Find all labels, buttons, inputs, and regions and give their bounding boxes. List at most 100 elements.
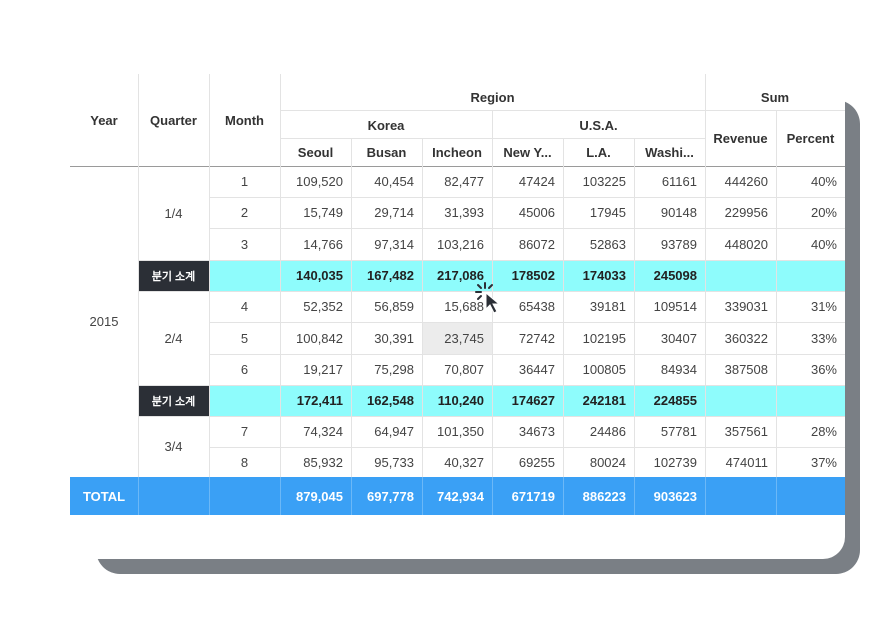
data-cell[interactable]: 80024 — [563, 447, 634, 477]
data-cell[interactable]: 101,350 — [422, 416, 492, 447]
percent-cell[interactable]: 31% — [776, 291, 845, 322]
subtotal-cell[interactable]: 140,035 — [280, 260, 351, 291]
data-cell[interactable]: 14,766 — [280, 228, 351, 260]
data-cell[interactable]: 47424 — [492, 166, 563, 197]
data-cell[interactable]: 39181 — [563, 291, 634, 322]
data-cell[interactable]: 90148 — [634, 197, 705, 228]
percent-cell[interactable]: 40% — [776, 228, 845, 260]
header-city[interactable]: Incheon — [422, 139, 492, 166]
percent-cell[interactable]: 20% — [776, 197, 845, 228]
data-cell[interactable]: 97,314 — [351, 228, 422, 260]
subtotal-cell[interactable]: 174627 — [492, 385, 563, 416]
data-cell[interactable]: 57781 — [634, 416, 705, 447]
data-cell[interactable]: 109,520 — [280, 166, 351, 197]
header-month[interactable]: Month — [209, 74, 280, 166]
subtotal-cell[interactable]: 162,548 — [351, 385, 422, 416]
data-cell[interactable]: 17945 — [563, 197, 634, 228]
data-cell[interactable]: 40,454 — [351, 166, 422, 197]
header-revenue[interactable]: Revenue — [705, 111, 776, 166]
data-cell[interactable]: 34673 — [492, 416, 563, 447]
quarter-cell[interactable]: 1/4 — [138, 166, 209, 260]
month-cell[interactable]: 7 — [209, 416, 280, 447]
revenue-cell[interactable]: 444260 — [705, 166, 776, 197]
revenue-cell[interactable]: 357561 — [705, 416, 776, 447]
percent-cell[interactable]: 40% — [776, 166, 845, 197]
header-city[interactable]: L.A. — [563, 139, 634, 166]
header-city[interactable]: Busan — [351, 139, 422, 166]
data-cell[interactable]: 52,352 — [280, 291, 351, 322]
data-cell[interactable]: 70,807 — [422, 354, 492, 385]
header-year[interactable]: Year — [70, 74, 138, 166]
header-region[interactable]: Region — [280, 84, 705, 111]
data-cell[interactable]: 100,842 — [280, 322, 351, 354]
data-cell[interactable]: 45006 — [492, 197, 563, 228]
month-cell[interactable]: 1 — [209, 166, 280, 197]
total-cell[interactable]: 742,934 — [422, 477, 492, 515]
header-usa[interactable]: U.S.A. — [492, 111, 705, 139]
percent-cell[interactable]: 28% — [776, 416, 845, 447]
data-cell[interactable]: 61161 — [634, 166, 705, 197]
data-cell[interactable]: 102739 — [634, 447, 705, 477]
subtotal-cell[interactable]: 174033 — [563, 260, 634, 291]
percent-cell[interactable]: 37% — [776, 447, 845, 477]
header-percent[interactable]: Percent — [776, 111, 845, 166]
data-cell[interactable]: 30,391 — [351, 322, 422, 354]
subtotal-cell[interactable]: 172,411 — [280, 385, 351, 416]
data-cell[interactable]: 72742 — [492, 322, 563, 354]
revenue-cell[interactable]: 474011 — [705, 447, 776, 477]
data-cell[interactable]: 84934 — [634, 354, 705, 385]
percent-cell[interactable]: 36% — [776, 354, 845, 385]
total-cell[interactable]: 697,778 — [351, 477, 422, 515]
data-cell[interactable]: 85,932 — [280, 447, 351, 477]
month-cell[interactable]: 4 — [209, 291, 280, 322]
selected-cell[interactable]: 23,745 — [422, 322, 492, 354]
revenue-cell[interactable]: 360322 — [705, 322, 776, 354]
data-cell[interactable]: 30407 — [634, 322, 705, 354]
revenue-cell[interactable]: 448020 — [705, 228, 776, 260]
data-cell[interactable]: 40,327 — [422, 447, 492, 477]
month-cell[interactable]: 6 — [209, 354, 280, 385]
data-cell[interactable]: 75,298 — [351, 354, 422, 385]
revenue-cell[interactable]: 387508 — [705, 354, 776, 385]
data-cell[interactable]: 29,714 — [351, 197, 422, 228]
revenue-cell[interactable]: 229956 — [705, 197, 776, 228]
data-cell[interactable]: 52863 — [563, 228, 634, 260]
month-cell[interactable]: 5 — [209, 322, 280, 354]
data-cell[interactable]: 103225 — [563, 166, 634, 197]
subtotal-cell[interactable]: 110,240 — [422, 385, 492, 416]
data-cell[interactable]: 19,217 — [280, 354, 351, 385]
data-cell[interactable]: 15,749 — [280, 197, 351, 228]
data-cell[interactable]: 93789 — [634, 228, 705, 260]
data-cell[interactable]: 74,324 — [280, 416, 351, 447]
percent-cell[interactable]: 33% — [776, 322, 845, 354]
month-cell[interactable]: 8 — [209, 447, 280, 477]
quarter-cell[interactable]: 3/4 — [138, 416, 209, 477]
subtotal-cell[interactable]: 245098 — [634, 260, 705, 291]
total-cell[interactable]: 886223 — [563, 477, 634, 515]
header-sum[interactable]: Sum — [705, 84, 845, 111]
subtotal-cell[interactable]: 224855 — [634, 385, 705, 416]
subtotal-cell[interactable]: 242181 — [563, 385, 634, 416]
data-cell[interactable]: 31,393 — [422, 197, 492, 228]
revenue-cell[interactable]: 339031 — [705, 291, 776, 322]
data-cell[interactable]: 82,477 — [422, 166, 492, 197]
data-cell[interactable]: 95,733 — [351, 447, 422, 477]
data-cell[interactable]: 109514 — [634, 291, 705, 322]
data-cell[interactable]: 102195 — [563, 322, 634, 354]
header-city[interactable]: New Y... — [492, 139, 563, 166]
header-korea[interactable]: Korea — [280, 111, 492, 139]
total-cell[interactable]: 903623 — [634, 477, 705, 515]
data-cell[interactable]: 69255 — [492, 447, 563, 477]
data-cell[interactable]: 64,947 — [351, 416, 422, 447]
data-cell[interactable]: 100805 — [563, 354, 634, 385]
month-cell[interactable]: 2 — [209, 197, 280, 228]
month-cell[interactable]: 3 — [209, 228, 280, 260]
year-cell[interactable]: 2015 — [70, 166, 138, 477]
header-city[interactable]: Washi... — [634, 139, 705, 166]
data-cell[interactable]: 86072 — [492, 228, 563, 260]
data-cell[interactable]: 36447 — [492, 354, 563, 385]
header-city[interactable]: Seoul — [280, 139, 351, 166]
data-cell[interactable]: 103,216 — [422, 228, 492, 260]
total-cell[interactable]: 879,045 — [280, 477, 351, 515]
data-cell[interactable]: 24486 — [563, 416, 634, 447]
